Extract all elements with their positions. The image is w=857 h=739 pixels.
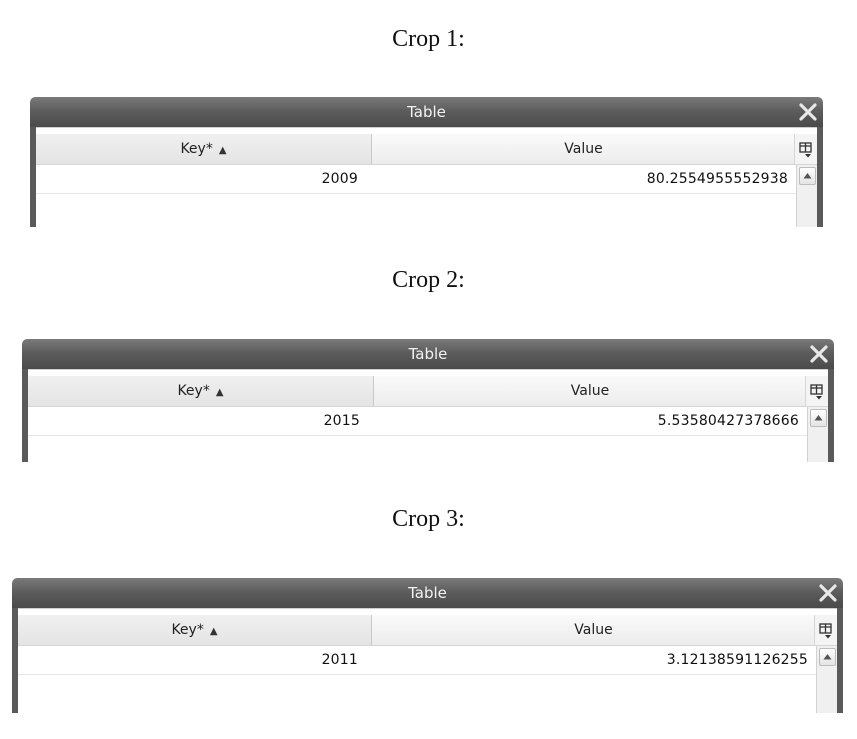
window-frame-right (828, 369, 834, 462)
table-header: Key* ▲ Value (36, 134, 817, 165)
table-body: Key* ▲ Value 2009 80.2554955552938 (36, 127, 817, 227)
column-header-key[interactable]: Key* ▲ (36, 134, 372, 164)
close-icon[interactable] (817, 582, 839, 604)
crop-caption: Crop 2: (392, 267, 465, 293)
table-body: Key* ▲ Value 2011 3.12138591126255 (18, 608, 837, 713)
scroll-up-arrow-icon (803, 173, 812, 179)
window-title: Table (408, 345, 448, 363)
scroll-up-arrow-icon (814, 415, 823, 421)
sort-ascending-icon: ▲ (209, 626, 218, 637)
column-header-value-label: Value (574, 622, 613, 638)
table-row[interactable]: 2011 3.12138591126255 (18, 646, 816, 675)
table-header: Key* ▲ Value (18, 615, 837, 646)
scroll-up-button[interactable] (799, 167, 816, 185)
column-header-value[interactable]: Value (374, 376, 806, 406)
column-header-key-label: Key* (177, 383, 210, 399)
table-window: Table Key* ▲ Value 2009 80.2554955552938 (30, 97, 823, 227)
cell-value: 80.2554955552938 (646, 171, 788, 187)
table-window: Table Key* ▲ Value 2015 5.53580427378666 (22, 339, 834, 462)
column-header-value[interactable]: Value (372, 134, 795, 164)
window-frame-right (837, 608, 843, 713)
window-title: Table (408, 584, 447, 602)
cell-value: 3.12138591126255 (666, 652, 808, 668)
column-chooser-button[interactable] (814, 615, 837, 645)
cell-key: 2015 (323, 413, 360, 429)
column-header-key[interactable]: Key* ▲ (28, 376, 374, 406)
scroll-up-arrow-icon (823, 654, 832, 660)
column-header-value-label: Value (570, 383, 610, 399)
table-row[interactable]: 2009 80.2554955552938 (36, 165, 796, 194)
vertical-scrollbar[interactable] (816, 646, 837, 713)
scroll-up-button[interactable] (819, 648, 836, 666)
column-header-value[interactable]: Value (372, 615, 815, 645)
column-chooser-button[interactable] (805, 376, 828, 406)
crop-caption: Crop 3: (392, 506, 465, 532)
column-header-value-label: Value (564, 141, 603, 157)
vertical-scrollbar[interactable] (807, 407, 828, 462)
close-icon[interactable] (797, 101, 819, 123)
sort-ascending-icon: ▲ (215, 387, 224, 398)
column-chooser-icon (799, 142, 812, 158)
column-header-key[interactable]: Key* ▲ (18, 615, 372, 645)
scroll-up-button[interactable] (810, 409, 827, 427)
column-chooser-icon (810, 384, 823, 400)
window-title: Table (407, 103, 446, 121)
column-header-key-label: Key* (180, 141, 213, 157)
window-frame-right (817, 127, 823, 227)
close-icon[interactable] (808, 343, 830, 365)
table-window: Table Key* ▲ Value 2011 3.12138591126255 (12, 578, 843, 713)
column-chooser-icon (819, 623, 832, 639)
crop-caption: Crop 1: (392, 26, 465, 52)
table-header: Key* ▲ Value (28, 376, 828, 407)
table-body: Key* ▲ Value 2015 5.53580427378666 (28, 369, 828, 462)
table-row[interactable]: 2015 5.53580427378666 (28, 407, 807, 436)
vertical-scrollbar[interactable] (796, 165, 817, 227)
sort-ascending-icon: ▲ (218, 145, 227, 156)
cell-key: 2009 (321, 171, 358, 187)
column-header-key-label: Key* (171, 622, 204, 638)
column-chooser-button[interactable] (794, 134, 817, 164)
cell-key: 2011 (321, 652, 358, 668)
cell-value: 5.53580427378666 (657, 413, 799, 429)
